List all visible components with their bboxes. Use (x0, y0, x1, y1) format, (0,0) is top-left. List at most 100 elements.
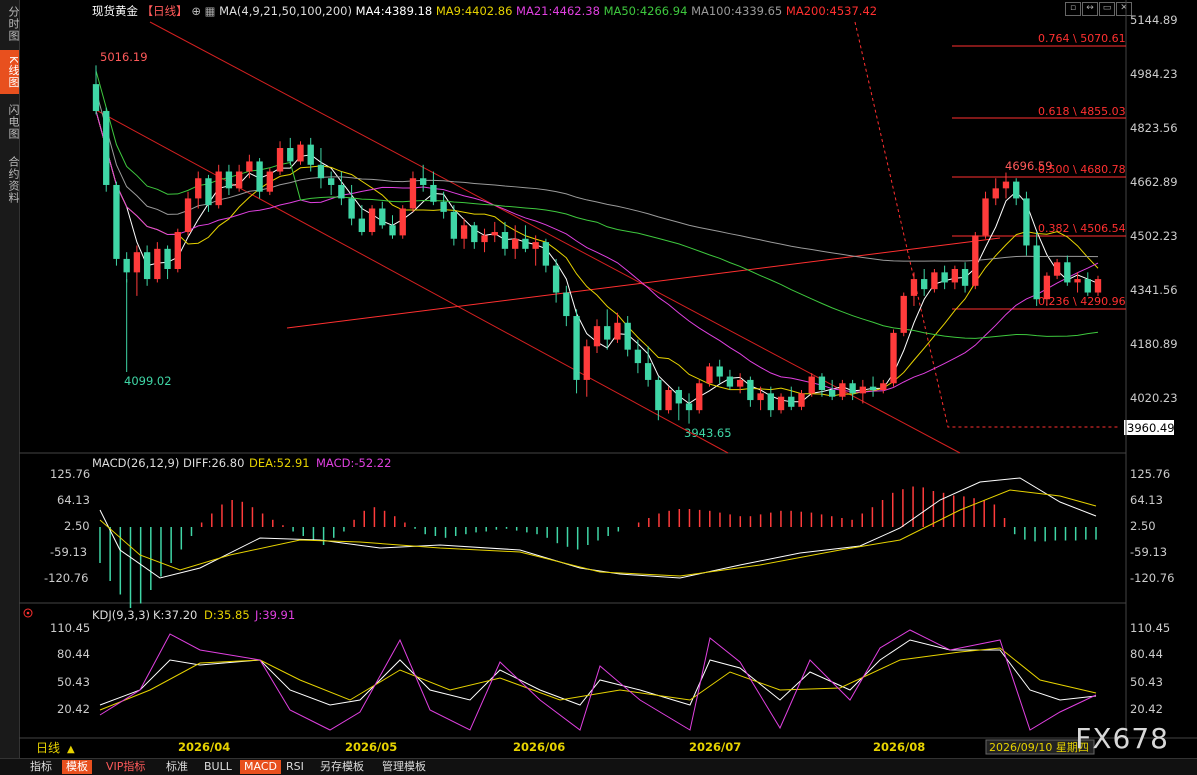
candle-body (839, 383, 846, 397)
candle-body (491, 232, 498, 236)
candle-body (440, 201, 447, 212)
toolbar-bull[interactable]: BULL (200, 760, 236, 774)
candle-body (593, 326, 601, 347)
candle-body (757, 393, 764, 401)
candle-body (941, 272, 948, 283)
candle-body (1043, 275, 1051, 300)
toolbar-standard[interactable]: 标准 (162, 760, 192, 774)
indicator-toolbar: 指标 模板 VIP指标 标准 BULL MACD RSI 另存模板 管理模板 (0, 758, 1197, 775)
price-marker: 3960.49 (1127, 421, 1175, 435)
candle-body (808, 376, 815, 394)
candle-body (327, 178, 335, 185)
candle-body (471, 225, 478, 243)
macd-title: MACD(26,12,9) (92, 456, 179, 470)
candle-body (818, 376, 826, 390)
candle-body (747, 379, 754, 401)
macd-tick: -59.13 (50, 545, 87, 559)
price-tick: 4823.56 (1130, 121, 1178, 135)
kdj-tick: 50.43 (1130, 675, 1163, 689)
candle-body (583, 346, 590, 380)
candle-body (164, 248, 171, 269)
candle-body (890, 332, 897, 384)
kdj-tick: 20.42 (57, 702, 90, 716)
macd-tick: 125.76 (1130, 467, 1170, 481)
candle-body (951, 268, 959, 283)
candle-body (154, 248, 161, 280)
candle-body (563, 292, 570, 317)
kdj-tick: 50.43 (57, 675, 90, 689)
candle-body (174, 232, 181, 269)
candle-body (522, 238, 529, 249)
price-tick: 4662.89 (1130, 175, 1178, 189)
candle-body (777, 396, 785, 411)
toolbar-vip-indicators[interactable]: VIP指标 (102, 760, 149, 774)
candle-body (184, 198, 192, 233)
candle-body (910, 279, 918, 296)
toolbar-save-template[interactable]: 另存模板 (316, 760, 368, 774)
candle-body (1094, 279, 1102, 293)
candle-body (92, 84, 100, 112)
channel-upper-line (149, 21, 961, 454)
candle-body (143, 252, 151, 280)
candle-body (481, 235, 488, 243)
candle-body (828, 389, 836, 397)
toolbar-rsi[interactable]: RSI (282, 760, 308, 774)
candle-body (1002, 181, 1010, 189)
toolbar-manage-template[interactable]: 管理模板 (378, 760, 430, 774)
toolbar-indicators[interactable]: 指标 (26, 760, 56, 774)
kdj-title: KDJ(9,3,3) (92, 608, 150, 622)
time-tick: 2026/04 (178, 740, 230, 754)
kdj-k: K:37.20 (153, 608, 197, 622)
candle-body (624, 322, 631, 350)
candle-body (1033, 245, 1040, 300)
candle-body (614, 322, 621, 340)
candle-body (982, 198, 989, 236)
macd-tick: 125.76 (50, 467, 90, 481)
candle-body (798, 393, 805, 407)
kdj-tick: 80.44 (1130, 647, 1163, 661)
high-annotation: 5016.19 (100, 50, 148, 64)
candle-body (992, 188, 999, 199)
candle-body (266, 171, 273, 192)
time-tick: 2026/08 (873, 740, 925, 754)
candle-body (450, 211, 458, 239)
toolbar-macd[interactable]: MACD (240, 760, 281, 774)
candle-body (399, 208, 406, 236)
candle-body (675, 389, 682, 404)
candle-body (256, 161, 263, 192)
macd-tick: -120.76 (1130, 571, 1174, 585)
candle-body (215, 171, 222, 206)
macd-tick: 64.13 (57, 493, 90, 507)
candle-body (736, 379, 744, 387)
kdj-tick: 110.45 (50, 621, 90, 635)
candle-body (123, 258, 130, 273)
candle-body (368, 208, 376, 233)
period-indicator: 日线 (36, 741, 60, 755)
candle-body (103, 111, 110, 185)
ma9-line (95, 110, 1099, 397)
candle-body (297, 144, 304, 162)
period-arrow-icon: ▲ (67, 744, 75, 755)
ma50-line (95, 70, 1099, 339)
fib-label: 0.618 \ 4855.03 (1038, 105, 1126, 118)
candle-body (532, 242, 539, 249)
candle-body (501, 232, 509, 249)
candle-body (644, 363, 652, 380)
candle-body (849, 383, 856, 394)
toolbar-template[interactable]: 模板 (62, 760, 92, 774)
candle-body (1053, 262, 1061, 276)
candle-body (133, 252, 141, 273)
candle-body (317, 164, 325, 179)
macd-tick: 2.50 (64, 519, 90, 533)
candle-body (634, 349, 642, 364)
price-tick: 4341.56 (1130, 283, 1178, 297)
candle-body (931, 272, 938, 290)
cursor-date: 2026/09/10 星期四 (989, 741, 1089, 754)
candle-body (542, 242, 550, 266)
trend-line (286, 237, 1001, 329)
candle-body (420, 178, 427, 185)
candle-body (604, 326, 611, 340)
candle-body (788, 396, 795, 407)
kline-chart[interactable]: 5144.89 4984.23 4823.56 4662.89 4502.23 … (0, 0, 1197, 760)
candle-body (921, 279, 928, 290)
